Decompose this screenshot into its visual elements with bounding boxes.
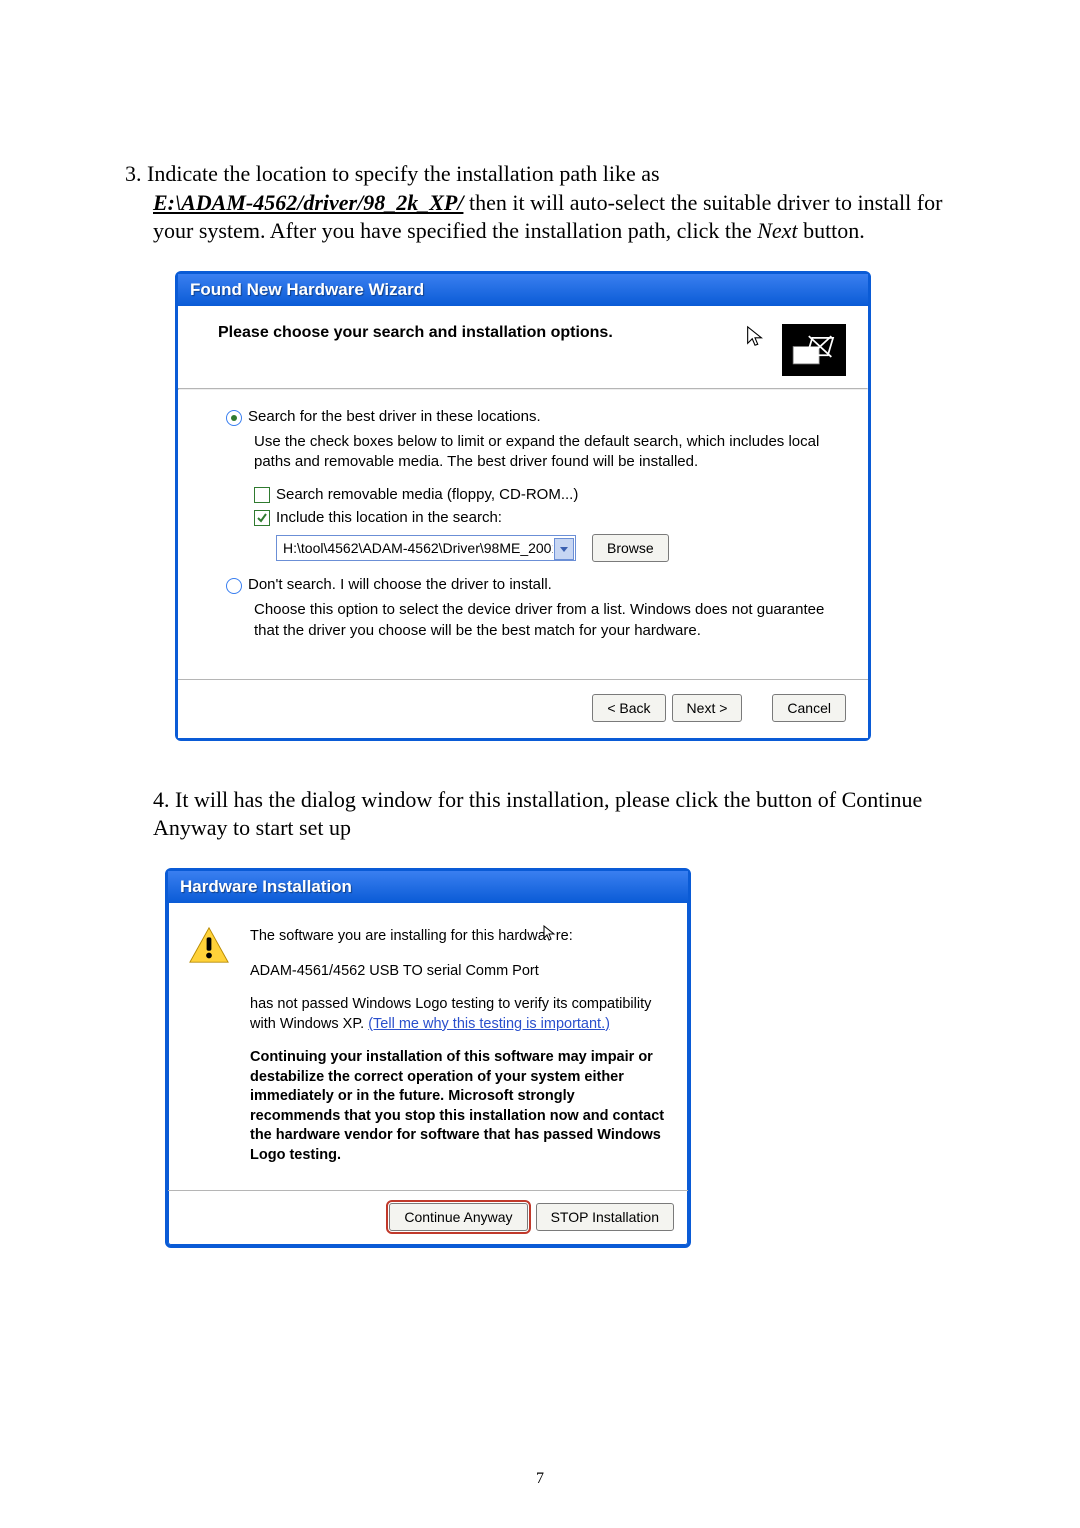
hwi-device-name: ADAM-4561/4562 USB TO serial Comm Port [250,962,668,982]
opt2-label: Don't search. I will choose the driver t… [248,576,552,593]
opt2-description: Choose this option to select the device … [254,600,838,641]
hardware-installation-dialog: Hardware Installation The software you a… [165,868,691,1248]
step3-suffix: button. [798,218,865,243]
hwi-intro: The software you are installing for this… [250,925,668,948]
checkbox-checked-icon[interactable] [254,510,270,526]
wizard-titlebar: Found New Hardware Wizard [178,274,868,306]
hwi-logo-testing: has not passed Windows Logo testing to v… [250,995,668,1034]
option-search-best[interactable]: Search for the best driver in these loca… [226,408,838,426]
found-new-hardware-wizard-dialog: Found New Hardware Wizard Please choose … [175,271,871,741]
cancel-button[interactable]: Cancel [772,694,846,722]
chk2-label: Include this location in the search: [276,509,502,526]
step4-text: 4. It will has the dialog window for thi… [125,786,955,843]
step4-instruction: 4. It will has the dialog window for thi… [125,786,955,843]
hwi-titlebar: Hardware Installation [168,871,688,903]
step3-prefix: 3. Indicate the location to specify the … [125,161,660,186]
radio-checked-icon[interactable] [226,410,242,426]
warning-icon [188,925,230,965]
continue-anyway-button[interactable]: Continue Anyway [389,1203,527,1231]
hwi-title: Hardware Installation [180,877,352,896]
logo-testing-link[interactable]: (Tell me why this testing is important.) [368,1016,610,1032]
checkbox-include-location[interactable]: Include this location in the search: [254,509,838,526]
opt1-label: Search for the best driver in these loca… [248,408,541,425]
wizard-title: Found New Hardware Wizard [190,280,424,299]
step3-instruction: 3. Indicate the location to specify the … [125,160,955,246]
cursor-icon [744,324,766,352]
stop-installation-button[interactable]: STOP Installation [536,1203,674,1231]
checkbox-unchecked-icon[interactable] [254,487,270,503]
page-number: 7 [0,1470,1080,1488]
opt1-description: Use the check boxes below to limit or ex… [254,432,838,473]
radio-unchecked-icon[interactable] [226,578,242,594]
option-dont-search[interactable]: Don't search. I will choose the driver t… [226,576,838,594]
hwi-warning-bold: Continuing your installation of this sof… [250,1048,668,1165]
back-button[interactable]: < Back [592,694,665,722]
wizard-heading: Please choose your search and installati… [218,324,728,342]
dropdown-button[interactable] [554,538,574,560]
step3-path: E:\ADAM-4562/driver/98_2k_XP/ [153,190,463,215]
location-path-input[interactable] [276,535,576,561]
browse-button[interactable]: Browse [592,534,669,562]
checkbox-removable-media[interactable]: Search removable media (floppy, CD-ROM..… [254,486,838,503]
cursor-icon [542,925,556,948]
step3-next-word: Next [757,218,797,243]
wizard-badge-icon [782,324,846,376]
next-button[interactable]: Next > [672,694,743,722]
chk1-label: Search removable media (floppy, CD-ROM..… [276,486,578,503]
